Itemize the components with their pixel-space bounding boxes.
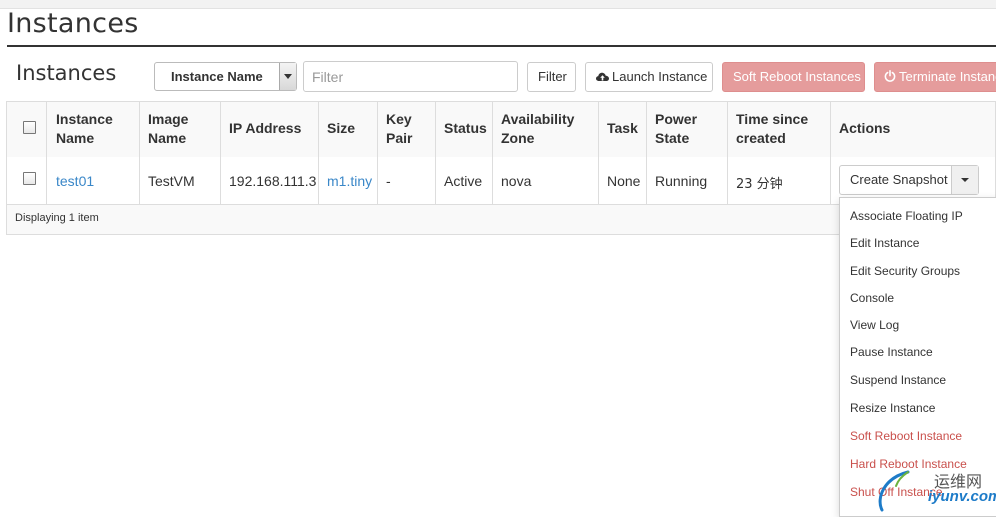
column-header-ip-address[interactable]: IP Address xyxy=(229,119,301,138)
soft-reboot-instances-button[interactable]: Soft Reboot Instances xyxy=(722,62,865,92)
column-header-key-pair[interactable]: Key Pair xyxy=(386,110,412,148)
caret-down-icon[interactable] xyxy=(951,166,978,194)
instance-name-link[interactable]: test01 xyxy=(56,173,94,189)
column-header-power-state[interactable]: Power State xyxy=(655,110,697,148)
menu-item-edit-instance[interactable]: Edit Instance xyxy=(850,236,919,250)
watermark-swoosh-icon xyxy=(878,470,910,512)
select-all-checkbox[interactable] xyxy=(23,121,36,134)
terminate-instances-label: Terminate Instances xyxy=(899,69,996,84)
availability-zone-cell: nova xyxy=(501,173,532,189)
menu-item-console[interactable]: Console xyxy=(850,291,894,305)
image-name-cell: TestVM xyxy=(148,173,195,189)
column-header-availability-zone[interactable]: Availability Zone xyxy=(501,110,574,148)
column-divider xyxy=(139,102,140,204)
row-checkbox[interactable] xyxy=(23,172,36,185)
table-footer-count: Displaying 1 item xyxy=(15,212,99,224)
column-divider xyxy=(318,102,319,204)
menu-item-view-log[interactable]: View Log xyxy=(850,318,899,332)
column-header-image-name[interactable]: Image Name xyxy=(148,110,188,148)
menu-item-associate-floating-ip[interactable]: Associate Floating IP xyxy=(850,209,963,223)
task-cell: None xyxy=(607,173,641,189)
size-link[interactable]: m1.tiny xyxy=(327,173,372,189)
key-pair-cell: - xyxy=(386,173,391,189)
column-header-actions: Actions xyxy=(839,120,891,136)
create-snapshot-button[interactable]: Create Snapshot xyxy=(850,172,948,187)
column-divider xyxy=(492,102,493,204)
column-header-task[interactable]: Task xyxy=(607,119,638,138)
filter-field-select[interactable]: Instance Name xyxy=(154,62,297,91)
status-cell: Active xyxy=(444,173,483,189)
column-divider xyxy=(646,102,647,204)
ip-address-cell: 192.168.111.3 xyxy=(229,173,317,189)
filter-button[interactable]: Filter xyxy=(527,62,576,92)
launch-instance-label: Launch Instance xyxy=(612,69,708,84)
launch-instance-button[interactable]: Launch Instance xyxy=(585,62,713,92)
column-divider xyxy=(377,102,378,204)
menu-item-edit-security-groups[interactable]: Edit Security Groups xyxy=(850,264,960,278)
caret-down-icon[interactable] xyxy=(279,63,296,90)
top-strip xyxy=(0,0,996,9)
power-state-cell: Running xyxy=(655,173,708,189)
column-divider xyxy=(598,102,599,204)
menu-item-resize-instance[interactable]: Resize Instance xyxy=(850,401,935,415)
watermark-logo: 运维网 iyunv.com xyxy=(874,466,996,512)
column-divider xyxy=(435,102,436,204)
menu-item-suspend-instance[interactable]: Suspend Instance xyxy=(850,373,946,387)
title-divider xyxy=(7,45,996,47)
column-header-size[interactable]: Size xyxy=(327,119,355,138)
page-title: Instances xyxy=(7,8,139,39)
table-title: Instances xyxy=(16,61,117,85)
watermark-text-en: iyunv.com xyxy=(928,488,996,505)
column-header-instance-name[interactable]: Instance Name xyxy=(56,110,113,148)
terminate-instances-button[interactable]: Terminate Instances xyxy=(874,62,996,92)
column-divider xyxy=(220,102,221,204)
column-divider xyxy=(46,102,47,204)
filter-field-select-value: Instance Name xyxy=(171,69,263,84)
power-icon xyxy=(884,70,896,82)
column-divider xyxy=(727,102,728,204)
column-header-status[interactable]: Status xyxy=(444,119,487,138)
create-snapshot-split-button: Create Snapshot xyxy=(839,165,979,195)
column-divider xyxy=(830,102,831,204)
time-since-created-cell: 23 分钟 xyxy=(736,177,783,192)
cloud-upload-icon xyxy=(596,72,609,81)
menu-item-pause-instance[interactable]: Pause Instance xyxy=(850,345,933,359)
menu-item-soft-reboot-instance[interactable]: Soft Reboot Instance xyxy=(850,429,962,443)
column-header-time-since-created[interactable]: Time since created xyxy=(736,110,808,148)
filter-input[interactable] xyxy=(303,61,518,92)
